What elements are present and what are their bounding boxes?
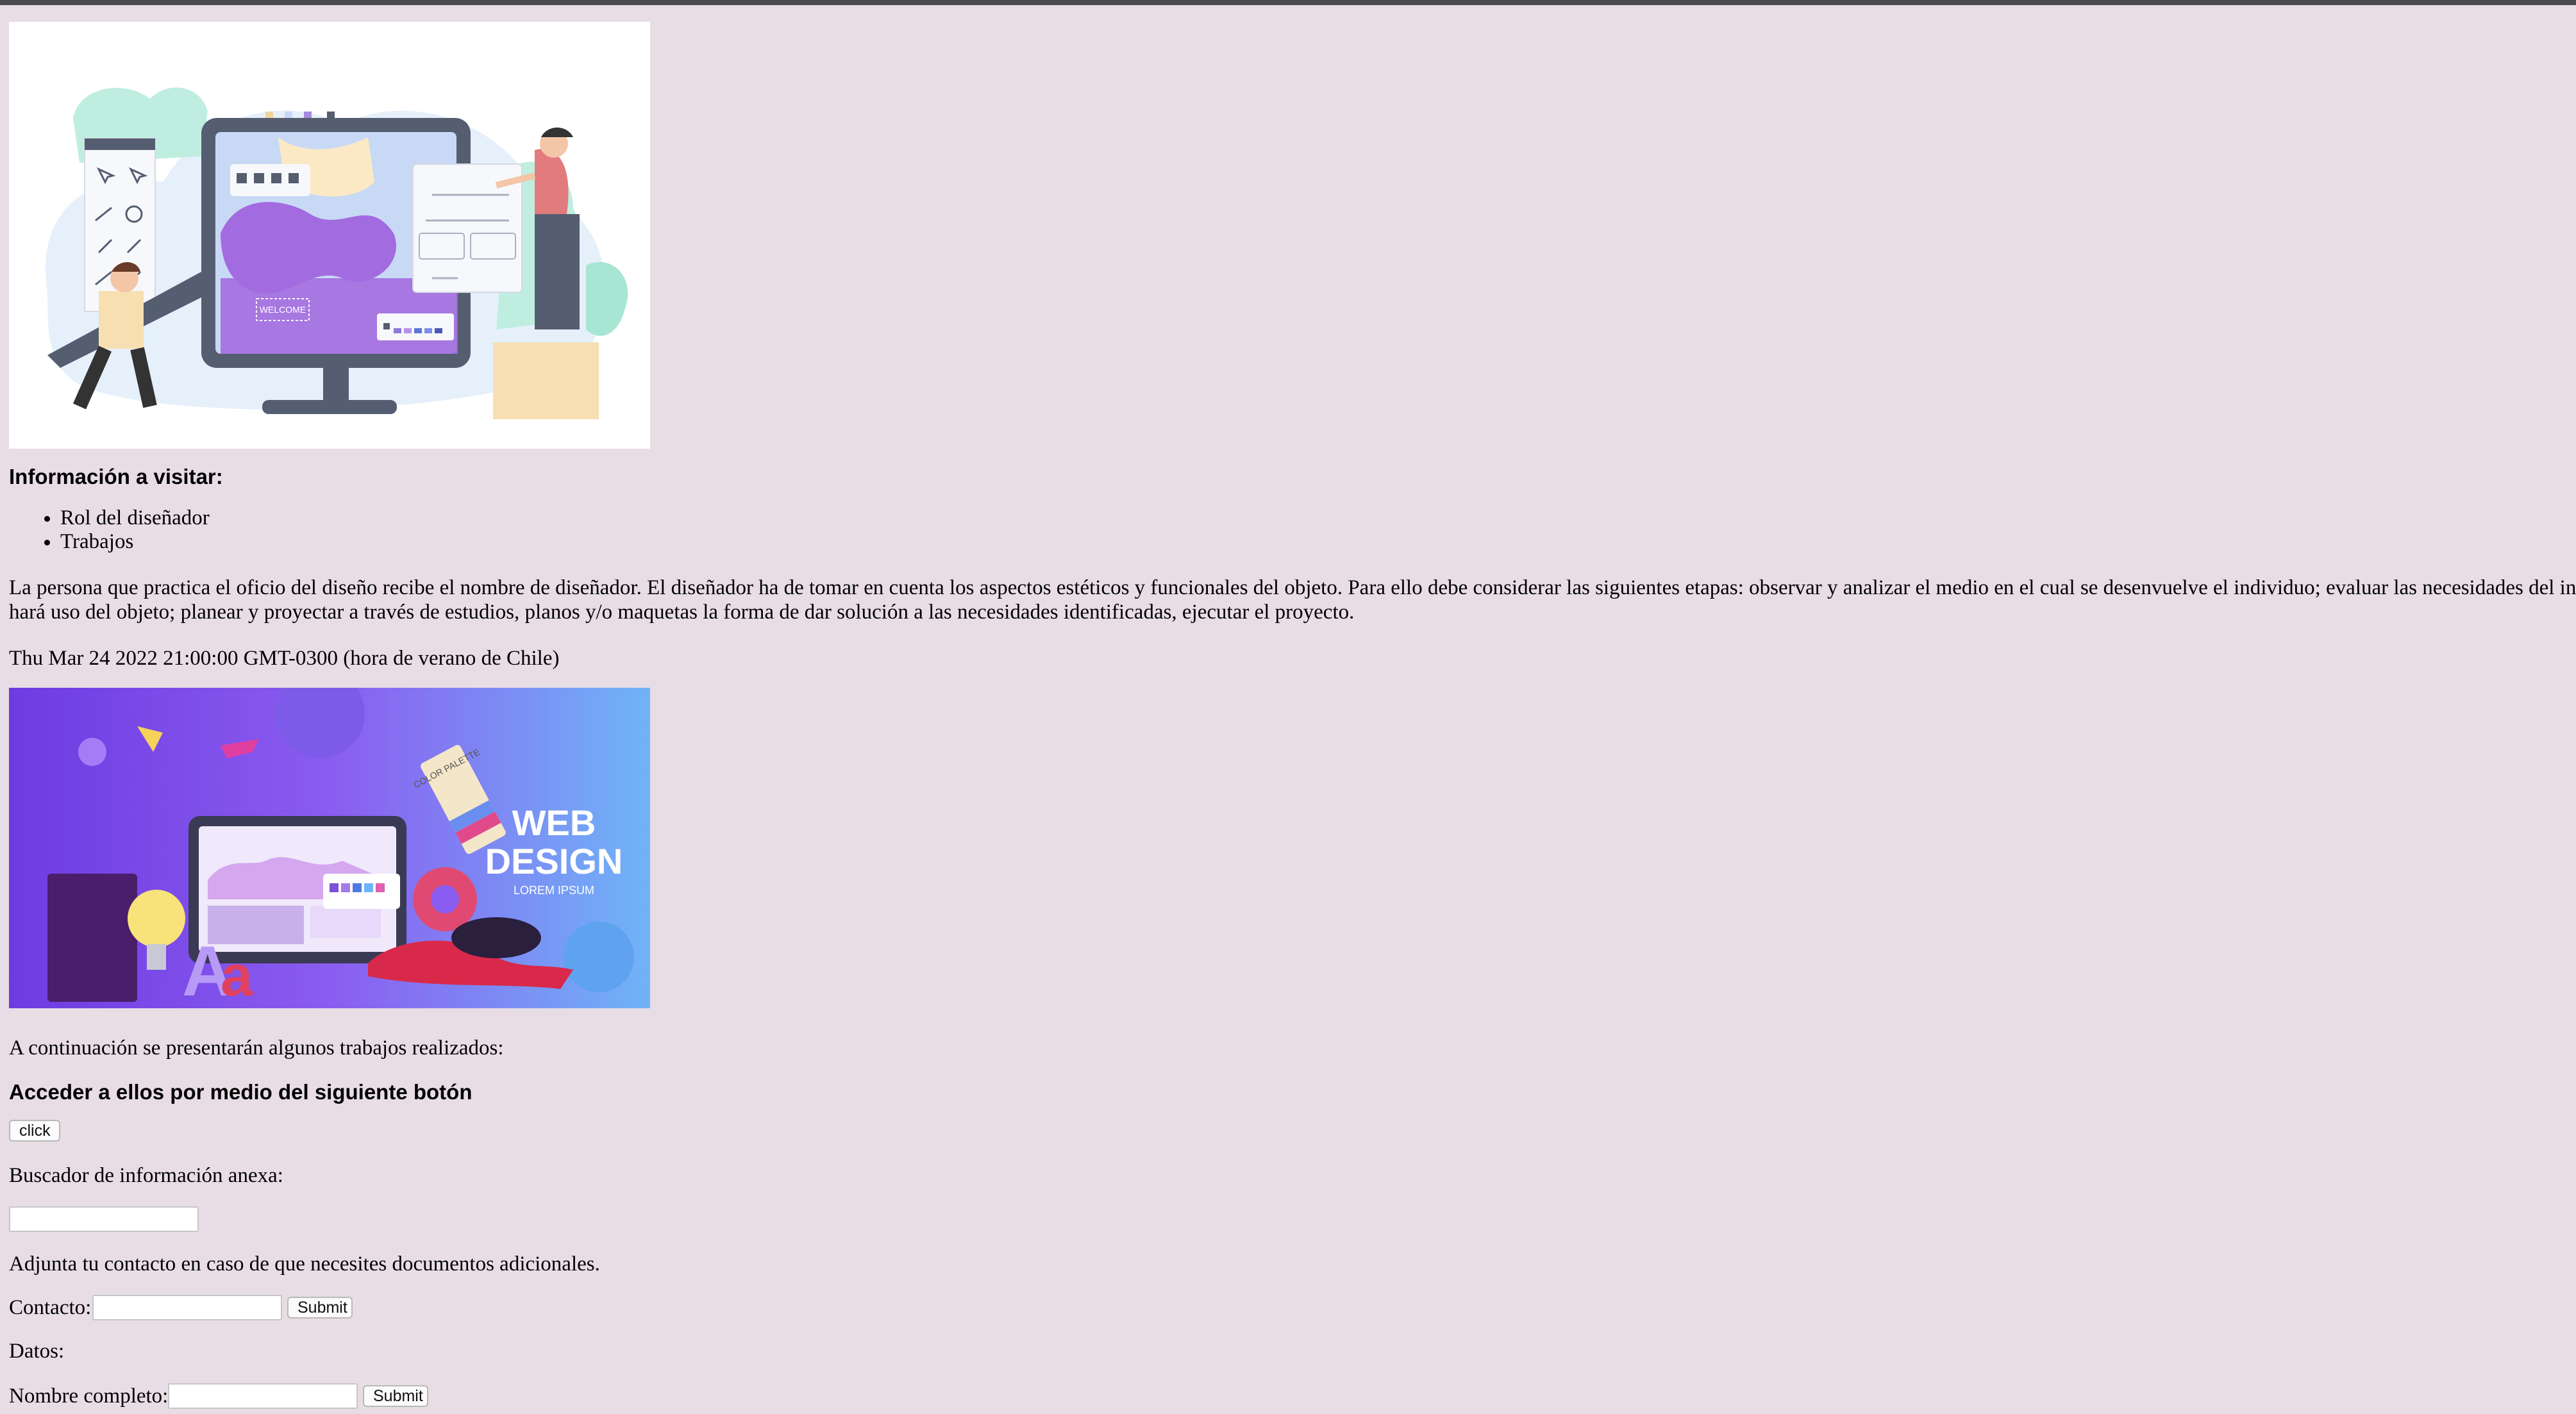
contact-label: Contacto: bbox=[9, 1296, 92, 1319]
description-paragraph-line1: La persona que practica el oficio del di… bbox=[9, 576, 2576, 599]
access-heading: Acceder a ellos por medio del siguiente … bbox=[9, 1080, 473, 1104]
list-item: Rol del diseñador bbox=[60, 506, 210, 530]
datos-label: Datos: bbox=[9, 1340, 65, 1363]
section-title: Información a visitar: bbox=[9, 465, 223, 488]
date-text: Thu Mar 24 2022 21:00:00 GMT-0300 (hora … bbox=[9, 647, 560, 670]
search-input[interactable] bbox=[9, 1206, 199, 1232]
full-name-input[interactable] bbox=[168, 1383, 358, 1409]
list-item: Trabajos bbox=[60, 530, 210, 554]
description-paragraph-line2: hará uso del objeto; planear y proyectar… bbox=[9, 601, 1355, 624]
window-top-border bbox=[0, 0, 2576, 5]
info-list: Rol del diseñador Trabajos bbox=[9, 506, 210, 554]
name-label: Nombre completo: bbox=[9, 1385, 169, 1408]
lorem-subtitle: LOREM IPSUM bbox=[514, 884, 594, 897]
design-title: DESIGN bbox=[485, 841, 623, 881]
web-title: WEB bbox=[512, 803, 596, 843]
works-intro-text: A continuación se presentarán algunos tr… bbox=[9, 1036, 504, 1060]
contact-submit-button[interactable]: Submit bbox=[287, 1297, 353, 1318]
web-design-banner-image: A a COLOR PALETTE WEB DESIGN LOREM IPSUM bbox=[9, 688, 650, 1008]
name-submit-button[interactable]: Submit bbox=[363, 1385, 428, 1407]
attach-contact-text: Adjunta tu contacto en caso de que neces… bbox=[9, 1252, 600, 1276]
search-label: Buscador de información anexa: bbox=[9, 1164, 283, 1187]
click-button[interactable]: click bbox=[9, 1120, 60, 1142]
designer-illustration-image: WELCOME bbox=[9, 22, 650, 449]
letter-a-small-glyph: a bbox=[221, 944, 253, 1008]
web-design-banner-svg: A a COLOR PALETTE WEB DESIGN LOREM IPSUM bbox=[9, 688, 650, 1008]
contact-input[interactable] bbox=[92, 1295, 282, 1320]
welcome-label: WELCOME bbox=[260, 304, 306, 315]
designer-illustration-svg: WELCOME bbox=[45, 87, 628, 419]
